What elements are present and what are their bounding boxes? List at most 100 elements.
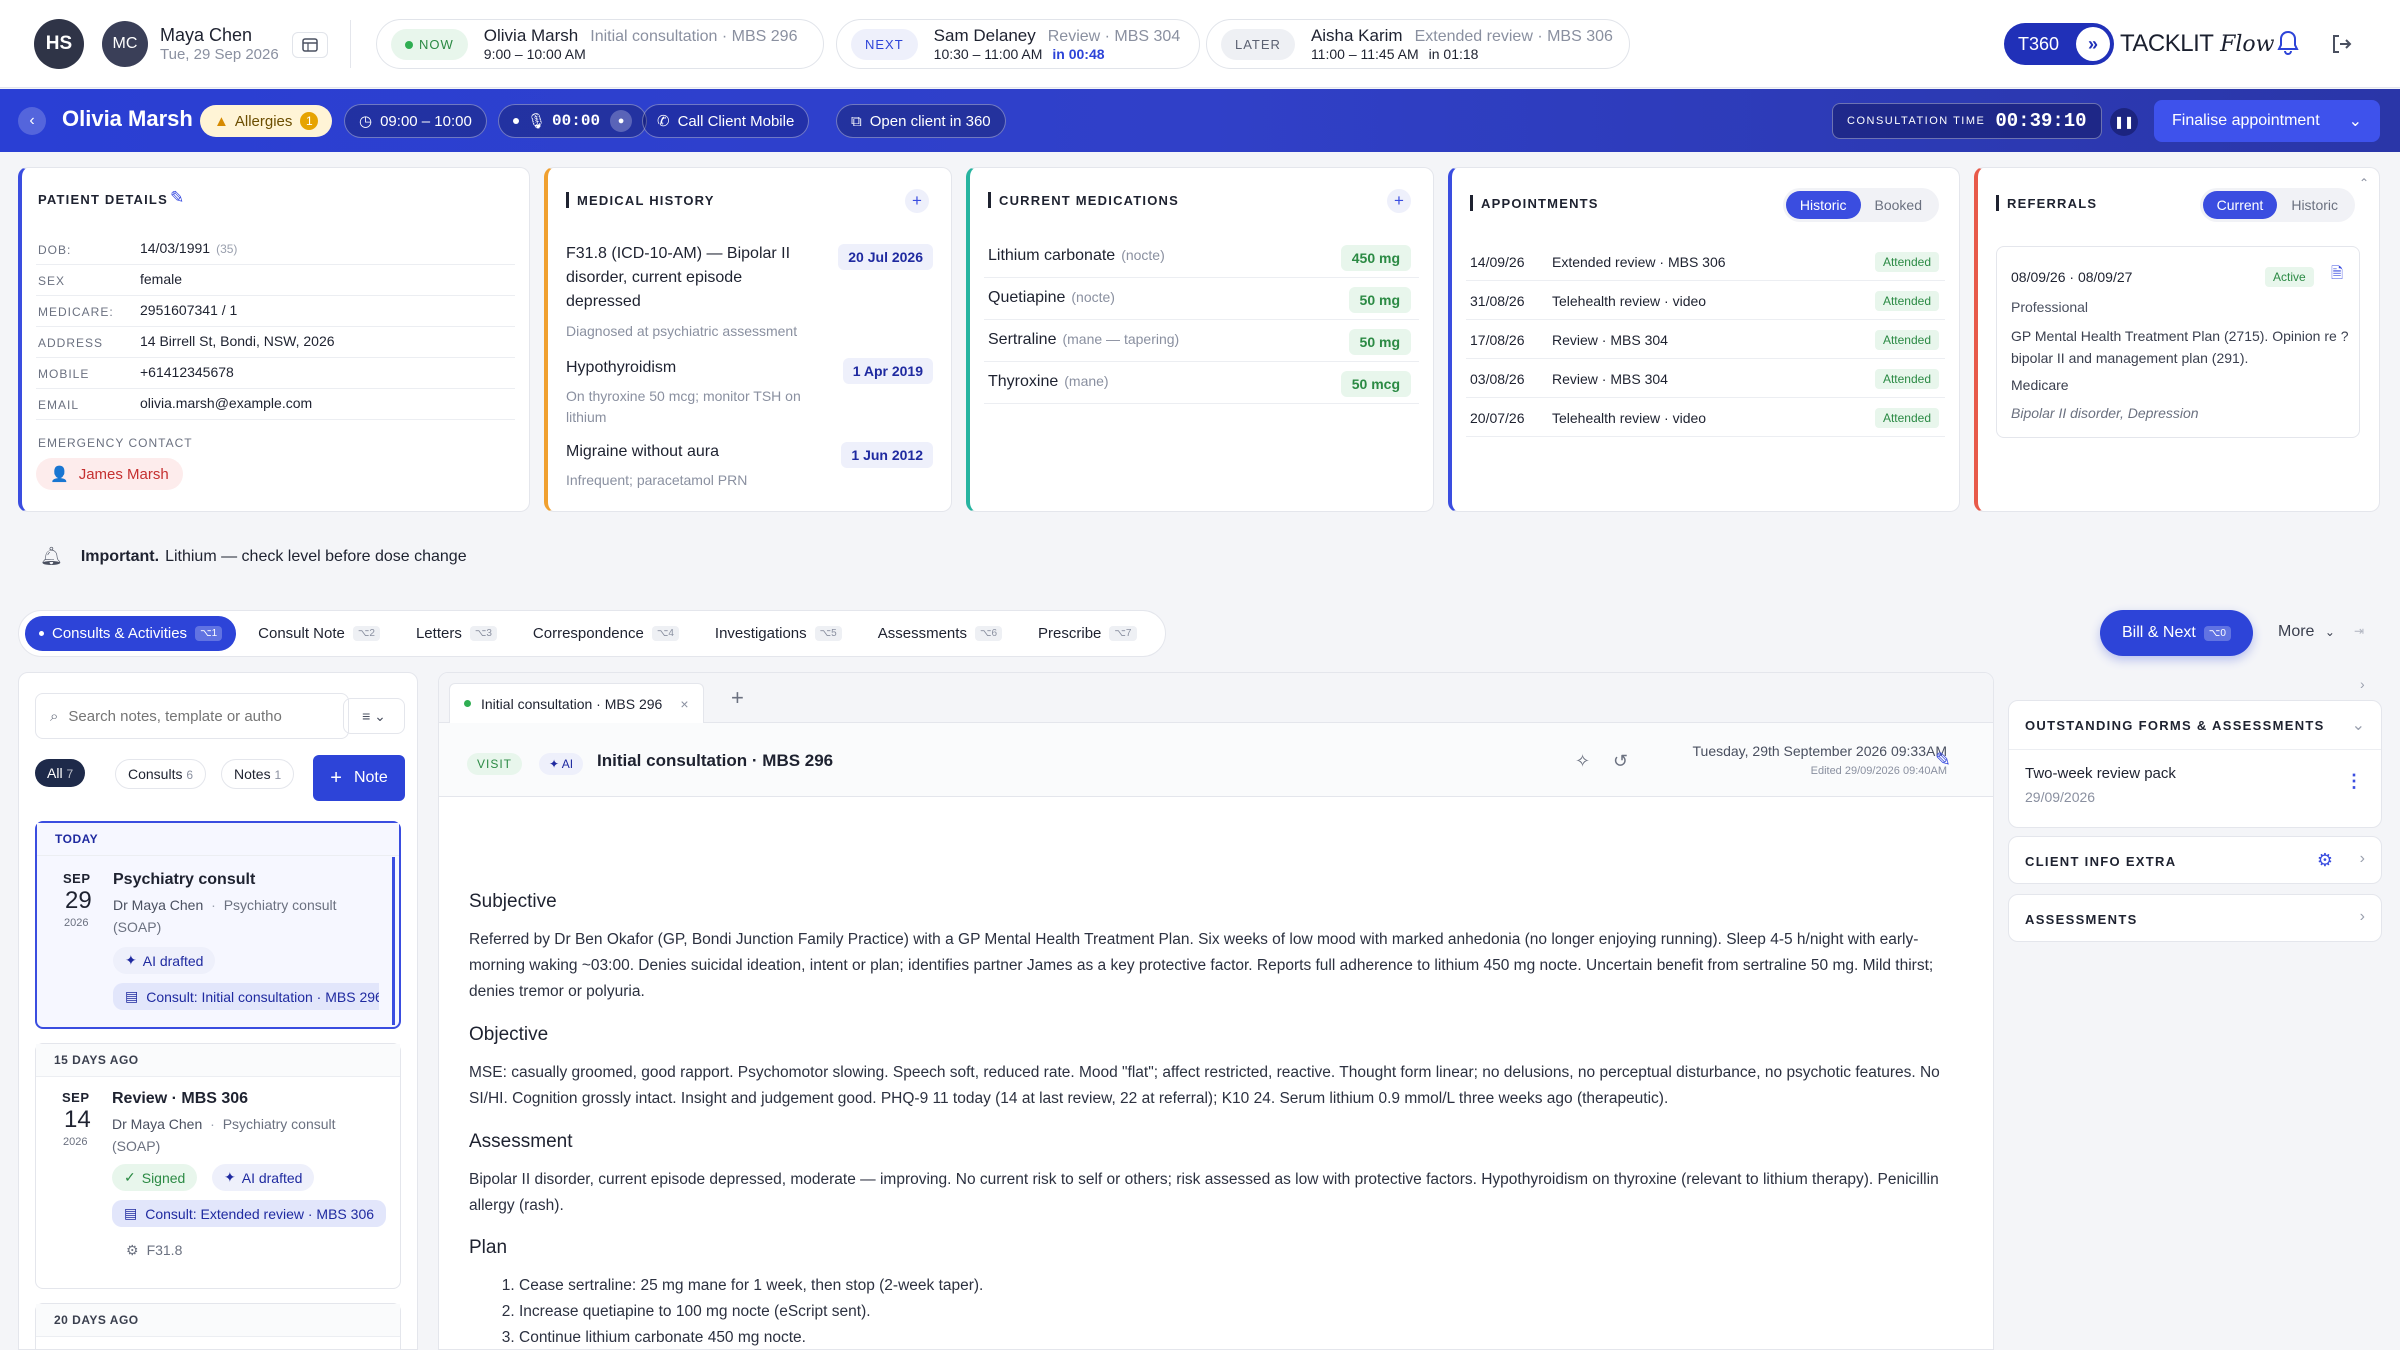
back-button[interactable]: ‹ [18,107,46,135]
ai-sparkle-icon[interactable]: ✧ [1575,751,1590,772]
medication-item[interactable]: Lithium carbonate (nocte) [988,247,1165,265]
filter-notes[interactable]: Notes 1 [221,759,295,789]
consult-entry-20days[interactable]: 20 DAYS AGO [35,1303,401,1349]
mic-button[interactable]: ● [610,110,633,132]
tab-consult-note[interactable]: Consult Note ⌥2 [244,616,394,651]
external-link-icon: ⧉ [851,112,862,130]
section-body[interactable]: Referred by Dr Ben Okafor (GP, Bondi Jun… [469,927,1969,1005]
filter-all[interactable]: All 7 [35,759,86,787]
important-alert: 🔔︎ Important. Lithium — check level befor… [40,546,467,566]
plan-list[interactable]: Cease sertraline: 25 mg mane for 1 week,… [469,1273,1969,1349]
document-icon[interactable]: 🗎 [2331,263,2343,288]
call-client-button[interactable]: ✆ Call Client Mobile [642,104,810,138]
slot-next[interactable]: NEXT Sam Delaney Review · MBS 304 10:30 –… [836,19,1200,69]
history-date: 1 Jun 2012 [841,442,933,468]
consult-entry-15days[interactable]: 15 DAYS AGO SEP 14 2026 Review · MBS 306… [35,1043,401,1289]
allergies-badge[interactable]: ▲ Allergies 1 [200,105,333,137]
history-icon[interactable]: ↺ [1613,751,1628,772]
collapse-icon[interactable]: ⌃ [2359,176,2369,190]
tab-investigations[interactable]: Investigations ⌥5 [701,616,856,651]
close-icon[interactable]: × [680,696,688,712]
appointment-desc[interactable]: Telehealth review · video [1552,410,1706,426]
appointment-desc[interactable]: Review · MBS 304 [1552,332,1668,348]
add-note-button[interactable]: + Note [313,755,405,801]
section-body[interactable]: Bipolar II disorder, current episode dep… [469,1167,1969,1219]
more-button[interactable]: More ⌄ [2278,623,2335,641]
slot-now[interactable]: NOW Olivia Marsh Initial consultation · M… [376,19,824,69]
edit-icon[interactable]: ✎ [170,188,184,208]
clinician-avatar[interactable]: MC [102,21,148,67]
divider [36,357,515,358]
calendar-icon[interactable] [292,32,328,58]
medication-item[interactable]: Quetiapine (nocte) [988,289,1115,307]
finalise-button[interactable]: Finalise appointment ⌄ [2154,100,2380,142]
referral-item[interactable]: 08/09/26 · 08/09/27 Active 🗎 Professiona… [1996,246,2360,438]
sort-button[interactable]: ≡ ⌄ [343,698,405,734]
seg-historic[interactable]: Historic [1785,191,1861,219]
appointment-date: 17/08/26 [1470,332,1525,348]
chevron-down-icon[interactable]: ⌄ [2352,715,2365,735]
tab-correspondence[interactable]: Correspondence ⌥4 [519,616,693,651]
history-date: 1 Apr 2019 [842,358,933,384]
add-tab-button[interactable]: + [731,685,744,711]
seg-booked[interactable]: Booked [1861,191,1936,219]
chevron-down-icon: ⌄ [2348,113,2362,130]
tab-letters[interactable]: Letters ⌥3 [402,616,511,651]
now-name: Olivia Marsh [483,26,579,45]
entry-year: 2026 [64,917,89,929]
user-avatar[interactable]: HS [34,19,84,69]
medication-item[interactable]: Thyroxine (mane) [988,373,1109,391]
medication-dose: 50 mg [1348,329,1411,355]
seg-current[interactable]: Current [2202,191,2278,219]
bell-icon[interactable] [2276,30,2300,60]
next-tag: NEXT [851,28,918,60]
kebab-menu-icon[interactable]: ⋮ [2345,771,2363,792]
ai-drafted-badge: ✦ AI drafted [113,947,216,974]
gear-icon[interactable]: ⚙ [2317,850,2333,871]
top-bar: HS MC Maya Chen Tue, 29 Sep 2026 NOW Oli… [0,0,2400,88]
appointment-desc[interactable]: Extended review · MBS 306 [1552,254,1726,270]
add-history-button[interactable]: + [905,189,929,213]
search-input[interactable] [68,707,329,725]
logout-icon[interactable] [2330,33,2352,59]
tab-shortcut: ⌥1 [195,626,223,641]
assessments-card[interactable]: ASSESSMENTS › [2008,894,2382,942]
entry-day: 29 [65,887,92,914]
history-name[interactable]: Hypothyroidism [566,356,806,380]
later-name: Aisha Karim [1310,25,1403,45]
section-body[interactable]: MSE: casually groomed, good rapport. Psy… [469,1060,1969,1112]
filter-consults[interactable]: Consults 6 [115,759,207,789]
tab-shortcut: ⌥7 [1109,626,1137,641]
emergency-label: EMERGENCY CONTACT [38,436,193,450]
appointment-desc[interactable]: Telehealth review · video [1552,293,1706,309]
search-box[interactable]: ⌕ [35,693,349,739]
appointment-desc[interactable]: Review · MBS 304 [1552,371,1668,387]
client-info-extra-card[interactable]: CLIENT INFO EXTRA ⚙ › [2008,836,2382,884]
time-range-pill[interactable]: ◷ 09:00 – 10:00 [344,104,487,138]
tab-assessments[interactable]: Assessments ⌥6 [864,616,1016,651]
consult-link-badge[interactable]: ▤ Consult: Extended review · MBS 306 [112,1200,387,1227]
referrals-title: REFERRALS [1996,195,2097,211]
edit-note-icon[interactable]: ✎ [1935,749,1951,772]
consult-link-badge[interactable]: ▤ Consult: Initial consultation · MBS 296 [113,983,379,1010]
consult-entry-today[interactable]: TODAY SEP 29 2026 Psychiatry consult Dr … [35,821,401,1029]
pause-button[interactable]: ❚❚ [2110,108,2138,136]
brand-logo: T360 » [2004,23,2114,65]
expand-chevron-icon[interactable]: › [2360,676,2365,692]
editor-tab-active[interactable]: Initial consultation · MBS 296 × [449,683,704,723]
tab-consults-activities[interactable]: Consults & Activities ⌥1 [25,616,237,651]
collapse-right-icon[interactable]: ⇥ [2354,624,2364,638]
bill-next-button[interactable]: Bill & Next ⌥0 [2100,610,2253,656]
history-name[interactable]: Migraine without aura [566,440,806,464]
medication-item[interactable]: Sertraline (mane — tapering) [988,331,1179,349]
slot-later[interactable]: LATER Aisha Karim Extended review · MBS 3… [1206,19,1630,69]
form-name[interactable]: Two-week review pack [2025,765,2176,782]
tab-shortcut: ⌥5 [814,626,842,641]
emergency-contact-button[interactable]: 👤 James Marsh [36,458,183,490]
open-client-button[interactable]: ⧉ Open client in 360 [836,104,1006,138]
seg-historic-ref[interactable]: Historic [2277,191,2352,219]
tab-prescribe[interactable]: Prescribe ⌥7 [1024,616,1150,651]
recorder-pill[interactable]: 🎙 00:00 ● [498,104,648,138]
add-medication-button[interactable]: + [1387,189,1411,213]
history-name[interactable]: F31.8 (ICD-10-AM) — Bipolar II disorder,… [566,242,806,314]
